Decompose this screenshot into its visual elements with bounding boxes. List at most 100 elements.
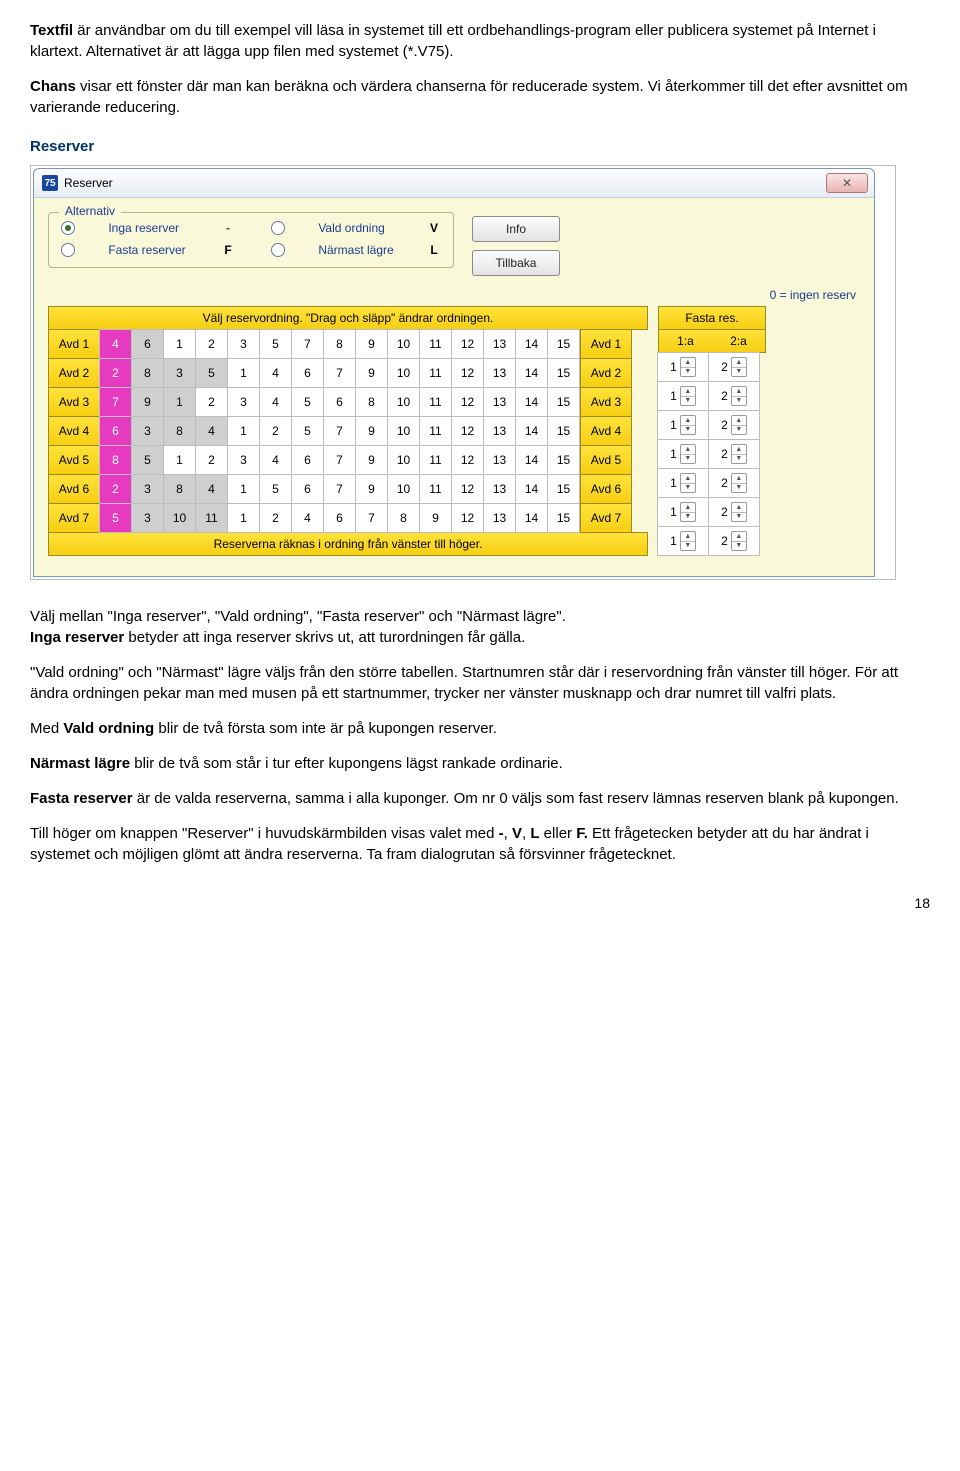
number-cell[interactable]: 4 [291,503,324,533]
number-cell[interactable]: 6 [99,416,132,446]
number-cell[interactable]: 15 [547,474,580,504]
number-cell[interactable]: 11 [419,416,452,446]
number-cell[interactable]: 7 [355,503,388,533]
fasta-cell[interactable]: 2▲▼ [708,439,760,469]
fasta-cell[interactable]: 2▲▼ [708,468,760,498]
number-cell[interactable]: 6 [291,445,324,475]
fasta-cell[interactable]: 2▲▼ [708,526,760,556]
number-cell[interactable]: 12 [451,474,484,504]
chevron-down-icon[interactable]: ▼ [732,426,746,435]
number-cell[interactable]: 4 [195,474,228,504]
number-cell[interactable]: 12 [451,329,484,359]
number-cell[interactable]: 12 [451,358,484,388]
chevron-up-icon[interactable]: ▲ [681,532,695,542]
fasta-cell[interactable]: 1▲▼ [657,439,709,469]
spinner[interactable]: ▲▼ [731,473,747,493]
number-cell[interactable]: 9 [355,329,388,359]
number-cell[interactable]: 14 [515,358,548,388]
number-cell[interactable]: 12 [451,387,484,417]
number-cell[interactable]: 9 [355,358,388,388]
number-cell[interactable]: 8 [163,416,196,446]
number-cell[interactable]: 6 [323,387,356,417]
number-cell[interactable]: 2 [99,358,132,388]
radio-vald-ordning[interactable] [271,221,285,235]
number-cell[interactable]: 3 [227,329,260,359]
number-cell[interactable]: 10 [387,387,420,417]
number-cell[interactable]: 3 [131,416,164,446]
number-cell[interactable]: 13 [483,416,516,446]
number-cell[interactable]: 11 [419,445,452,475]
number-cell[interactable]: 2 [195,445,228,475]
number-cell[interactable]: 1 [163,387,196,417]
number-cell[interactable]: 4 [259,445,292,475]
number-cell[interactable]: 11 [419,474,452,504]
number-cell[interactable]: 12 [451,503,484,533]
number-cell[interactable]: 5 [99,503,132,533]
number-cell[interactable]: 2 [259,503,292,533]
number-cell[interactable]: 15 [547,416,580,446]
number-cell[interactable]: 3 [131,474,164,504]
number-cell[interactable]: 5 [291,416,324,446]
number-cell[interactable]: 7 [323,416,356,446]
number-cell[interactable]: 5 [291,387,324,417]
fasta-cell[interactable]: 1▲▼ [657,526,709,556]
number-cell[interactable]: 13 [483,474,516,504]
number-cell[interactable]: 11 [419,329,452,359]
chevron-down-icon[interactable]: ▼ [732,455,746,464]
chevron-up-icon[interactable]: ▲ [732,474,746,484]
number-cell[interactable]: 14 [515,329,548,359]
back-button[interactable]: Tillbaka [472,250,560,276]
radio-fasta-reserver[interactable] [61,243,75,257]
number-cell[interactable]: 11 [419,358,452,388]
spinner[interactable]: ▲▼ [680,415,696,435]
info-button[interactable]: Info [472,216,560,242]
number-cell[interactable]: 10 [387,474,420,504]
number-cell[interactable]: 1 [227,474,260,504]
number-cell[interactable]: 7 [323,358,356,388]
number-cell[interactable]: 9 [355,474,388,504]
number-cell[interactable]: 15 [547,387,580,417]
chevron-up-icon[interactable]: ▲ [681,445,695,455]
number-cell[interactable]: 2 [195,387,228,417]
spinner[interactable]: ▲▼ [680,502,696,522]
number-cell[interactable]: 6 [131,329,164,359]
fasta-cell[interactable]: 2▲▼ [708,352,760,382]
fasta-cell[interactable]: 1▲▼ [657,468,709,498]
number-cell[interactable]: 4 [259,387,292,417]
fasta-cell[interactable]: 1▲▼ [657,497,709,527]
number-cell[interactable]: 15 [547,329,580,359]
number-cell[interactable]: 8 [99,445,132,475]
number-cell[interactable]: 10 [387,358,420,388]
spinner[interactable]: ▲▼ [731,502,747,522]
spinner[interactable]: ▲▼ [680,386,696,406]
number-cell[interactable]: 8 [323,329,356,359]
number-cell[interactable]: 8 [163,474,196,504]
number-cell[interactable]: 15 [547,503,580,533]
number-cell[interactable]: 1 [227,358,260,388]
chevron-down-icon[interactable]: ▼ [681,542,695,551]
number-cell[interactable]: 1 [163,329,196,359]
chevron-down-icon[interactable]: ▼ [732,397,746,406]
chevron-up-icon[interactable]: ▲ [681,358,695,368]
number-cell[interactable]: 6 [323,503,356,533]
number-cell[interactable]: 13 [483,358,516,388]
chevron-down-icon[interactable]: ▼ [681,397,695,406]
number-cell[interactable]: 5 [195,358,228,388]
number-cell[interactable]: 8 [131,358,164,388]
chevron-up-icon[interactable]: ▲ [732,358,746,368]
number-cell[interactable]: 6 [291,358,324,388]
chevron-up-icon[interactable]: ▲ [681,474,695,484]
number-cell[interactable]: 9 [355,416,388,446]
number-cell[interactable]: 15 [547,358,580,388]
chevron-up-icon[interactable]: ▲ [732,387,746,397]
number-cell[interactable]: 11 [195,503,228,533]
number-cell[interactable]: 13 [483,503,516,533]
spinner[interactable]: ▲▼ [680,357,696,377]
chevron-down-icon[interactable]: ▼ [681,368,695,377]
number-cell[interactable]: 14 [515,416,548,446]
chevron-up-icon[interactable]: ▲ [732,445,746,455]
chevron-down-icon[interactable]: ▼ [681,455,695,464]
spinner[interactable]: ▲▼ [731,531,747,551]
number-cell[interactable]: 1 [227,416,260,446]
number-cell[interactable]: 3 [163,358,196,388]
